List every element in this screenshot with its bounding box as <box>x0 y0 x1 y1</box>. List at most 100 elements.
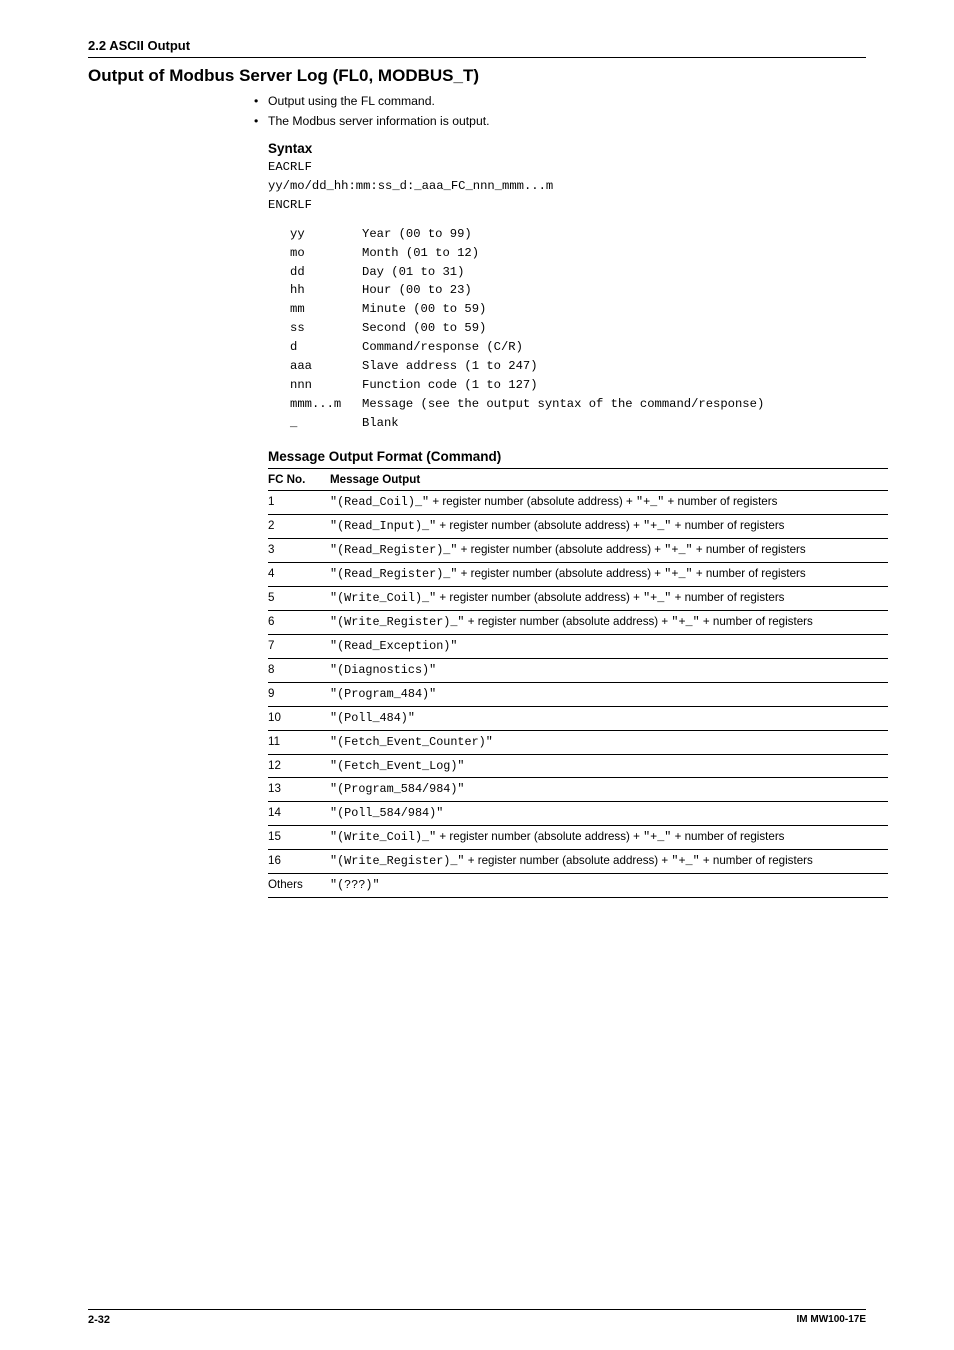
document-id: IM MW100-17E <box>797 1314 866 1326</box>
cell-output: "(Read_Register)_" + register number (ab… <box>330 539 888 563</box>
text-segment: + register number (absolute address) + <box>457 567 664 580</box>
syntax-field-value: Second (00 to 59) <box>362 319 486 338</box>
syntax-field-value: Month (01 to 12) <box>362 244 479 263</box>
cell-output: "(Fetch_Event_Counter)" <box>330 730 888 754</box>
cell-output: "(Poll_484)" <box>330 706 888 730</box>
syntax-heading: Syntax <box>268 141 866 156</box>
table-row: 11"(Fetch_Event_Counter)" <box>268 730 888 754</box>
text-segment: + number of registers <box>700 854 813 867</box>
syntax-line: ENCRLF <box>268 196 866 215</box>
text-segment: + register number (absolute address) + <box>436 830 643 843</box>
cell-output: "(Read_Coil)_" + register number (absolu… <box>330 491 888 515</box>
syntax-field-key: yy <box>290 225 362 244</box>
text-segment: + number of registers <box>693 543 806 556</box>
cell-fcno: 15 <box>268 826 330 850</box>
table-row: 8"(Diagnostics)" <box>268 658 888 682</box>
code-segment: "+_" <box>664 543 692 557</box>
syntax-field-row: ddDay (01 to 31) <box>290 263 866 282</box>
cell-output: "(Read_Register)_" + register number (ab… <box>330 563 888 587</box>
table-row: 10"(Poll_484)" <box>268 706 888 730</box>
cell-fcno: 10 <box>268 706 330 730</box>
code-segment: "+_" <box>643 519 671 533</box>
syntax-field-key: nnn <box>290 376 362 395</box>
cell-output: "(Write_Coil)_" + register number (absol… <box>330 587 888 611</box>
text-segment: + number of registers <box>700 615 813 628</box>
code-segment: "(Read_Input)_" <box>330 519 436 533</box>
syntax-field-value: Function code (1 to 127) <box>362 376 538 395</box>
text-segment: + register number (absolute address) + <box>436 519 643 532</box>
syntax-field-key: dd <box>290 263 362 282</box>
syntax-field-key: mmm...m <box>290 395 362 414</box>
table-row: 5"(Write_Coil)_" + register number (abso… <box>268 587 888 611</box>
message-format-heading: Message Output Format (Command) <box>268 449 866 464</box>
cell-fcno: 14 <box>268 802 330 826</box>
syntax-block: Syntax EACRLF yy/mo/dd_hh:mm:ss_d:_aaa_F… <box>268 141 866 433</box>
text-segment: + register number (absolute address) + <box>465 854 672 867</box>
cell-fcno: 9 <box>268 682 330 706</box>
syntax-field-key: _ <box>290 414 362 433</box>
table-row: Others"(???)" <box>268 874 888 898</box>
cell-output: "(Poll_584/984)" <box>330 802 888 826</box>
syntax-field-row: mmMinute (00 to 59) <box>290 300 866 319</box>
page-footer: 2-32 IM MW100-17E <box>88 1309 866 1326</box>
code-segment: "(Write_Register)_" <box>330 854 465 868</box>
table-row: 16"(Write_Register)_" + register number … <box>268 850 888 874</box>
text-segment: + number of registers <box>693 567 806 580</box>
cell-fcno: 1 <box>268 491 330 515</box>
code-segment: "(Fetch_Event_Counter)" <box>330 735 493 749</box>
cell-output: "(Fetch_Event_Log)" <box>330 754 888 778</box>
syntax-field-key: d <box>290 338 362 357</box>
code-segment: "(Read_Register)_" <box>330 543 457 557</box>
syntax-field-row: dCommand/response (C/R) <box>290 338 866 357</box>
code-segment: "(Read_Exception)" <box>330 639 457 653</box>
syntax-field-key: hh <box>290 281 362 300</box>
table-header-output: Message Output <box>330 468 888 491</box>
text-segment: + number of registers <box>671 591 784 604</box>
table-row: 6"(Write_Register)_" + register number (… <box>268 610 888 634</box>
cell-output: "(Diagnostics)" <box>330 658 888 682</box>
cell-output: "(Program_484)" <box>330 682 888 706</box>
bullet-item: Output using the FL command. <box>268 92 866 112</box>
cell-fcno: 5 <box>268 587 330 611</box>
page: 2.2 ASCII Output Output of Modbus Server… <box>0 0 954 1350</box>
code-segment: "+_" <box>643 591 671 605</box>
cell-output: "(Write_Coil)_" + register number (absol… <box>330 826 888 850</box>
message-table: FC No. Message Output 1"(Read_Coil)_" + … <box>268 468 888 898</box>
code-segment: "(Write_Coil)_" <box>330 830 436 844</box>
syntax-field-value: Command/response (C/R) <box>362 338 523 357</box>
syntax-field-value: Blank <box>362 414 399 433</box>
syntax-field-key: aaa <box>290 357 362 376</box>
text-segment: + number of registers <box>671 830 784 843</box>
syntax-field-row: hhHour (00 to 23) <box>290 281 866 300</box>
syntax-field-row: aaaSlave address (1 to 247) <box>290 357 866 376</box>
code-segment: "(Program_584/984)" <box>330 782 465 796</box>
table-row: 7"(Read_Exception)" <box>268 634 888 658</box>
cell-output: "(Write_Register)_" + register number (a… <box>330 850 888 874</box>
text-segment: + register number (absolute address) + <box>465 615 672 628</box>
code-segment: "+_" <box>664 567 692 581</box>
code-segment: "+_" <box>636 495 664 509</box>
table-row: 1"(Read_Coil)_" + register number (absol… <box>268 491 888 515</box>
cell-fcno: 6 <box>268 610 330 634</box>
code-segment: "+_" <box>643 830 671 844</box>
syntax-field-row: moMonth (01 to 12) <box>290 244 866 263</box>
syntax-line: EACRLF <box>268 158 866 177</box>
cell-fcno: 16 <box>268 850 330 874</box>
cell-fcno: 4 <box>268 563 330 587</box>
code-segment: "(Diagnostics)" <box>330 663 436 677</box>
table-row: 15"(Write_Coil)_" + register number (abs… <box>268 826 888 850</box>
syntax-field-row: nnnFunction code (1 to 127) <box>290 376 866 395</box>
syntax-field-row: _Blank <box>290 414 866 433</box>
table-row: 4"(Read_Register)_" + register number (a… <box>268 563 888 587</box>
code-segment: "(Poll_484)" <box>330 711 415 725</box>
code-segment: "(Read_Register)_" <box>330 567 457 581</box>
syntax-field-value: Year (00 to 99) <box>362 225 472 244</box>
code-segment: "(Poll_584/984)" <box>330 806 443 820</box>
table-row: 2"(Read_Input)_" + register number (abso… <box>268 515 888 539</box>
page-number: 2-32 <box>88 1314 110 1326</box>
text-segment: + number of registers <box>664 495 777 508</box>
syntax-field-value: Day (01 to 31) <box>362 263 464 282</box>
syntax-field-row: mmm...mMessage (see the output syntax of… <box>290 395 866 414</box>
syntax-field-value: Message (see the output syntax of the co… <box>362 395 764 414</box>
code-segment: "(???)" <box>330 878 380 892</box>
